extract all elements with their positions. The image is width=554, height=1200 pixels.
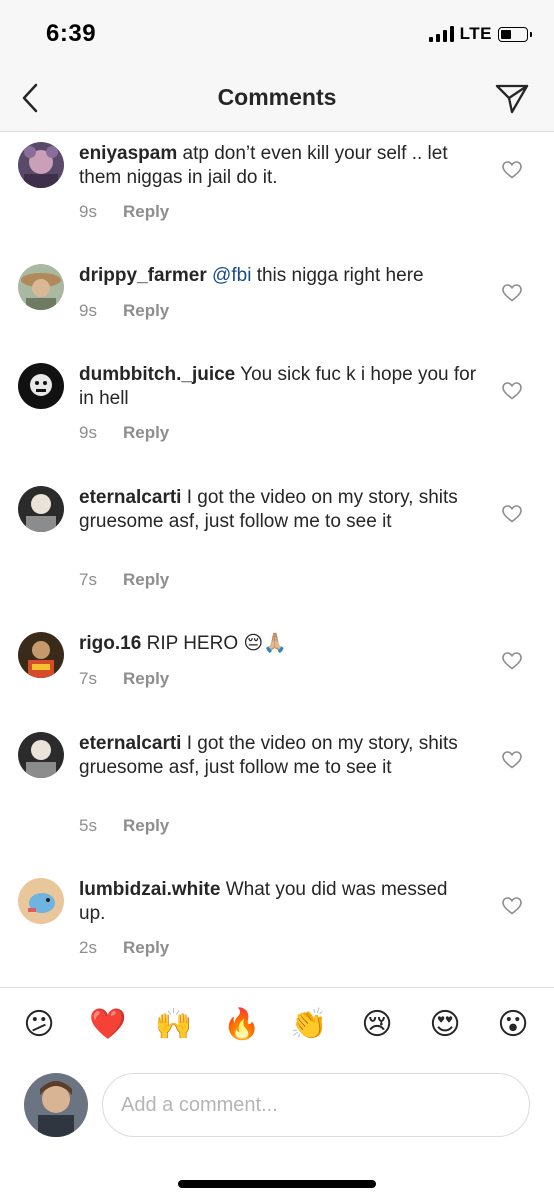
comment-meta: 5s Reply [79, 816, 169, 836]
signal-icon [428, 26, 454, 42]
page-title: Comments [217, 84, 337, 110]
avatar[interactable] [18, 363, 64, 409]
comment-time: 5s [79, 816, 97, 835]
comment-meta: 2s Reply [79, 938, 169, 958]
reply-button[interactable]: Reply [123, 202, 169, 222]
heart-icon[interactable] [502, 161, 522, 179]
avatar[interactable] [18, 878, 64, 924]
comment-meta: 7s Reply [79, 669, 169, 689]
avatar[interactable] [18, 732, 64, 778]
comment-username[interactable]: eternalcarti [79, 487, 181, 508]
comment-username[interactable]: eternalcarti [79, 733, 181, 754]
reply-button[interactable]: Reply [123, 423, 169, 443]
comment-text: lumbidzai.white What you did was messed … [79, 878, 479, 926]
comment-username[interactable]: lumbidzai.white [79, 879, 220, 900]
reply-button[interactable]: Reply [123, 816, 169, 836]
reply-button[interactable]: Reply [123, 570, 169, 590]
share-button[interactable] [494, 80, 530, 116]
home-indicator [178, 1180, 376, 1188]
comment-text: eniyaspam atp don’t even kill your self … [79, 142, 479, 190]
comment-message: RIP HERO 😔🙏🏼 [141, 633, 287, 654]
comment-time: 9s [79, 301, 97, 320]
comment-username[interactable]: rigo.16 [79, 633, 141, 654]
status-time: 6:39 [46, 20, 97, 47]
emoji-button[interactable]: 🔥 [222, 1008, 262, 1042]
comment-time: 2s [79, 938, 97, 957]
emoji-button[interactable]: 😕 [19, 1008, 59, 1042]
heart-icon[interactable] [502, 751, 522, 769]
comment-text: drippy_farmer @fbi this nigga right here [79, 264, 479, 288]
status-indicators: LTE [428, 24, 532, 44]
comment-meta: 9s Reply [79, 202, 169, 222]
reply-button[interactable]: Reply [123, 938, 169, 958]
comment-meta: 9s Reply [79, 301, 169, 321]
comment-time: 9s [79, 423, 97, 442]
heart-icon[interactable] [502, 382, 522, 400]
network-type: LTE [459, 24, 492, 43]
heart-icon[interactable] [502, 505, 522, 523]
comment-username[interactable]: eniyaspam [79, 143, 177, 164]
emoji-button[interactable]: 😍 [425, 1008, 465, 1042]
send-icon [495, 84, 529, 114]
reply-button[interactable]: Reply [123, 301, 169, 321]
heart-icon[interactable] [502, 652, 522, 670]
heart-icon[interactable] [502, 897, 522, 915]
avatar[interactable] [24, 1073, 88, 1137]
emoji-button[interactable]: 😮 [493, 1008, 533, 1042]
avatar[interactable] [18, 486, 64, 532]
comment-text: dumbbitch._juice You sick fuc k i hope y… [79, 363, 479, 411]
heart-icon[interactable] [502, 284, 522, 302]
comment-list[interactable]: eniyaspam atp don’t even kill your self … [0, 132, 554, 987]
comment-time: 9s [79, 202, 97, 221]
avatar[interactable] [18, 264, 64, 310]
comment-message: this nigga right here [251, 265, 424, 286]
reply-button[interactable]: Reply [123, 669, 169, 689]
emoji-button[interactable]: 😢 [357, 1008, 397, 1042]
avatar[interactable] [18, 142, 64, 188]
comment-text: eternalcarti I got the video on my story… [79, 486, 479, 534]
comment-input[interactable] [102, 1073, 530, 1137]
comment-text: rigo.16 RIP HERO 😔🙏🏼 [79, 632, 479, 656]
emoji-bar: 😕 ❤️ 🙌 🔥 👏 😢 😍 😮 [0, 987, 554, 1057]
emoji-button[interactable]: 👏 [289, 1008, 329, 1042]
emoji-button[interactable]: 🙌 [154, 1008, 194, 1042]
comment-username[interactable]: dumbbitch._juice [79, 364, 235, 385]
comment-composer [0, 1057, 554, 1157]
comment-meta: 9s Reply [79, 423, 169, 443]
comment-time: 7s [79, 570, 97, 589]
emoji-button[interactable]: ❤️ [88, 1008, 128, 1042]
comment-time: 7s [79, 669, 97, 688]
comment-text: eternalcarti I got the video on my story… [79, 732, 479, 780]
comment-username[interactable]: drippy_farmer [79, 265, 207, 286]
avatar[interactable] [18, 632, 64, 678]
mention-link[interactable]: @fbi [207, 265, 251, 286]
nav-bar: Comments [0, 64, 554, 132]
comment-meta: 7s Reply [79, 570, 169, 590]
battery-icon [498, 26, 532, 42]
status-bar: 6:39 LTE [0, 0, 554, 64]
